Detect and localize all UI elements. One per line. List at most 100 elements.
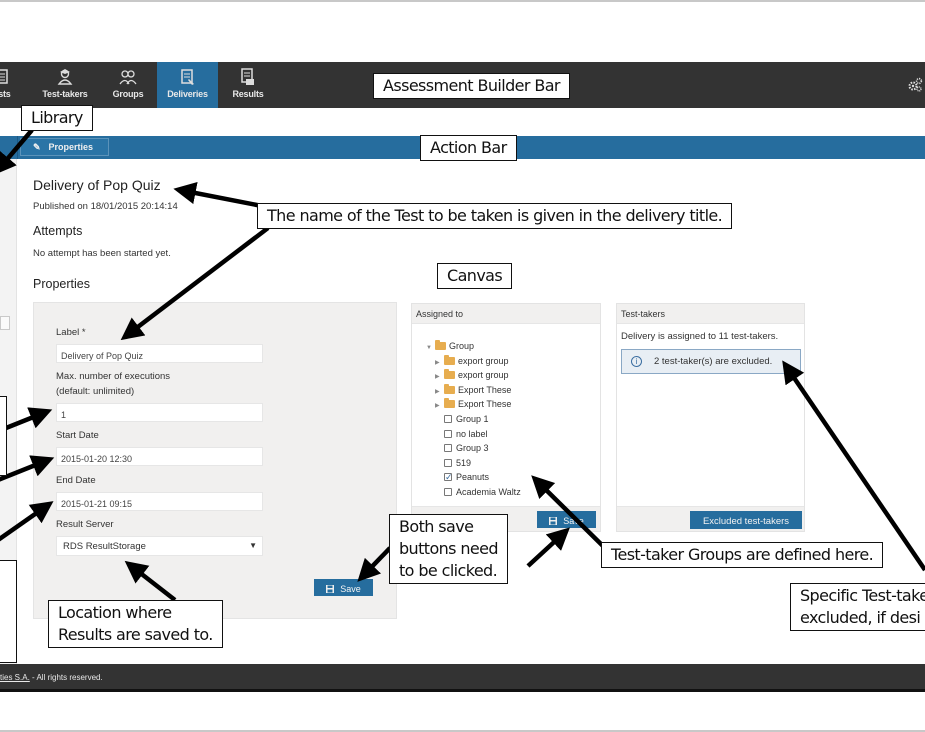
library-action-bar — [0, 136, 18, 159]
group-label: Group 1 — [456, 413, 489, 424]
chevron-down-icon: ▼ — [249, 541, 257, 550]
properties-form: Label * Max. number of executions (defau… — [33, 302, 397, 619]
checkbox-checked[interactable] — [444, 470, 453, 484]
tree-folder[interactable]: ▶ Export These — [426, 383, 521, 398]
footer-company-link[interactable]: ties S.A. — [0, 673, 30, 682]
results-icon — [241, 68, 254, 85]
tree-folder[interactable]: ▶ export group — [426, 368, 521, 383]
checkbox[interactable] — [444, 414, 452, 423]
properties-heading: Properties — [33, 277, 90, 291]
assigned-to-panel: Assigned to ▼ Group ▶ export group ▶ export… — [411, 303, 601, 532]
start-date-input[interactable] — [56, 447, 263, 466]
properties-tab-label: Properties — [48, 142, 94, 152]
test-takers-heading: Test-takers — [617, 304, 804, 324]
callout-line: to be clicked. — [399, 561, 498, 580]
test-taker-icon — [57, 69, 73, 85]
callout-library: Library — [21, 105, 93, 131]
nav-label: Test-takers — [42, 89, 88, 99]
delivery-title: Delivery of Pop Quiz — [33, 177, 161, 193]
end-date-input[interactable] — [56, 492, 263, 511]
excluded-alert: i 2 test-taker(s) are excluded. — [621, 349, 801, 374]
group-label: no label — [456, 428, 488, 439]
group-checkbox-item[interactable]: 519 — [426, 456, 521, 471]
label-field-label: Label * — [56, 327, 86, 338]
gears-icon[interactable] — [907, 77, 923, 93]
checkbox[interactable] — [444, 444, 452, 453]
callout-delivery-title: The name of the Test to be taken is give… — [257, 203, 733, 229]
group-checkbox-item[interactable]: Peanuts — [426, 470, 521, 485]
attempts-heading: Attempts — [33, 224, 83, 238]
callout-line: Results are saved to. — [58, 625, 213, 644]
group-label: 519 — [456, 457, 472, 468]
callout-line: buttons need — [399, 539, 499, 558]
tree-node-root[interactable]: ▼ Group — [426, 339, 521, 354]
callout-groups-defined: Test-taker Groups are defined here. — [601, 542, 884, 568]
group-checkbox-item[interactable]: no label — [426, 427, 521, 442]
assigned-count-text: Delivery is assigned to 11 test-takers. — [621, 331, 779, 342]
nav-tests[interactable]: ests — [0, 62, 14, 108]
footer-copyright: - All rights reserved. — [29, 673, 103, 682]
max-executions-label: Max. number of executions — [56, 371, 171, 382]
attempts-status: No attempt has been started yet. — [33, 248, 171, 259]
save-label: Save — [563, 516, 584, 526]
tree-folder[interactable]: ▶ export group — [426, 354, 521, 369]
max-executions-input[interactable] — [56, 403, 263, 422]
published-date: Published on 18/01/2015 20:14:14 — [33, 201, 178, 212]
result-server-select[interactable]: RDS ResultStorage ▼ — [56, 536, 263, 556]
pencil-icon: ✎ — [33, 142, 41, 152]
nav-test-takers[interactable]: Test-takers — [36, 62, 94, 108]
callout-line: excluded, if desi — [800, 608, 921, 627]
footer: ties S.A. - All rights reserved. — [0, 664, 925, 689]
max-executions-hint: (default: unlimited) — [56, 386, 135, 397]
checkbox[interactable] — [444, 429, 452, 438]
callout-left-1 — [0, 396, 7, 476]
end-date-label: End Date — [56, 475, 96, 486]
nav-label: Results — [232, 89, 264, 99]
checkbox[interactable] — [444, 458, 452, 467]
tree-folder[interactable]: ▶ Export These — [426, 397, 521, 412]
nav-results[interactable]: Results — [226, 62, 270, 108]
start-date-label: Start Date — [56, 430, 99, 441]
groups-icon — [119, 70, 137, 85]
assigned-to-heading: Assigned to — [412, 304, 600, 324]
excluded-alert-text: 2 test-taker(s) are excluded. — [654, 356, 773, 367]
group-checkbox-item[interactable]: Group 1 — [426, 412, 521, 427]
folder-open-icon — [435, 340, 446, 350]
callout-line: Both save — [399, 517, 474, 536]
checkbox[interactable] — [444, 487, 452, 496]
callout-left-2 — [0, 560, 17, 663]
label-input[interactable] — [56, 344, 263, 363]
floppy-disk-icon — [326, 585, 335, 593]
group-checkbox-item[interactable]: Group 3 — [426, 441, 521, 456]
callout-canvas: Canvas — [437, 263, 513, 289]
nav-groups[interactable]: Groups — [105, 62, 151, 108]
save-assignment-button[interactable]: Save — [537, 511, 596, 528]
result-server-value: RDS ResultStorage — [63, 541, 146, 552]
tree-node-label: Group — [449, 341, 475, 351]
tree-node-label: export group — [458, 370, 509, 381]
callout-save-both: Both save buttons need to be clicked. — [389, 514, 508, 584]
callout-line: Specific Test-take — [800, 586, 925, 605]
deliveries-icon — [180, 69, 194, 85]
group-label: Peanuts — [456, 472, 490, 483]
excluded-test-takers-button[interactable]: Excluded test-takers — [690, 511, 802, 529]
library-search-input[interactable] — [0, 316, 10, 330]
folder-icon — [444, 398, 455, 409]
group-checkbox-item[interactable]: Academia Waltz — [426, 485, 521, 500]
folder-icon — [444, 369, 455, 380]
save-properties-button[interactable]: Save — [314, 579, 373, 596]
nav-label: Groups — [112, 89, 144, 99]
nav-deliveries[interactable]: Deliveries — [157, 62, 218, 108]
callout-line: Location where — [58, 603, 172, 622]
properties-tab[interactable]: ✎ Properties — [20, 138, 109, 156]
floppy-disk-icon — [549, 517, 558, 525]
arrow-excluded — [782, 360, 925, 572]
arrow-title — [173, 181, 263, 209]
result-server-label: Result Server — [56, 519, 114, 530]
nav-label: Deliveries — [167, 89, 208, 99]
arrow-save-assignment — [526, 527, 570, 568]
save-label: Save — [340, 584, 361, 594]
folder-icon — [444, 383, 455, 394]
callout-action-bar: Action Bar — [420, 135, 517, 161]
group-label: Academia Waltz — [456, 486, 521, 497]
